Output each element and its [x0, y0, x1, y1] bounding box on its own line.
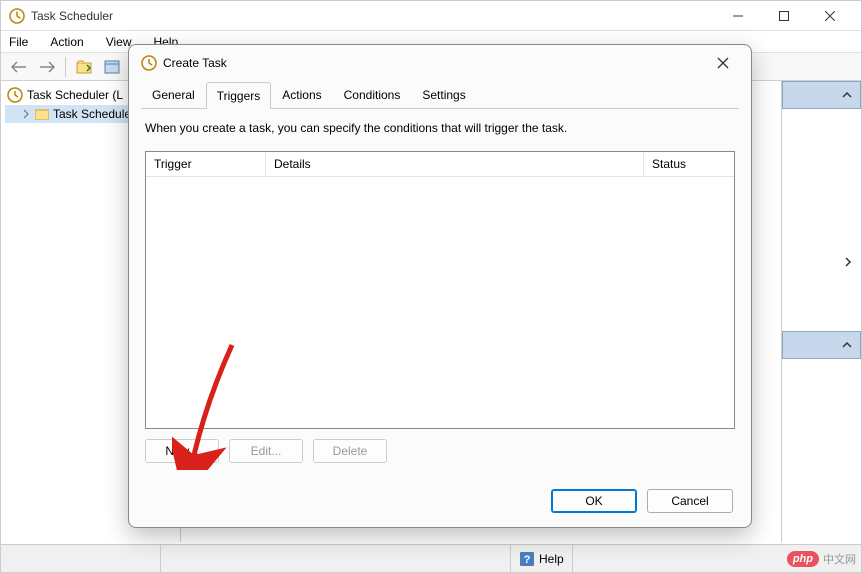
tree-root-label: Task Scheduler (L [27, 88, 123, 102]
dialog-tabs: General Triggers Actions Conditions Sett… [129, 81, 751, 108]
right-pane-header-2[interactable] [782, 331, 861, 359]
svg-text:?: ? [524, 554, 531, 566]
chevron-right-icon [21, 109, 31, 119]
tree-child-label: Task Schedule [53, 107, 131, 121]
edit-button[interactable]: Edit... [229, 439, 303, 463]
right-pane-header[interactable] [782, 81, 861, 109]
dialog-title-text: Create Task [163, 56, 227, 70]
tab-triggers[interactable]: Triggers [206, 82, 272, 109]
col-status[interactable]: Status [644, 152, 734, 176]
cancel-button[interactable]: Cancel [647, 489, 733, 513]
close-button[interactable] [807, 1, 853, 31]
minimize-button[interactable] [715, 1, 761, 31]
watermark-badge: php [787, 551, 819, 567]
chevron-up-icon [842, 340, 852, 350]
window-title: Task Scheduler [31, 9, 715, 23]
toolbar-folder-icon[interactable] [72, 55, 96, 79]
right-pane [781, 81, 861, 542]
right-pane-expand[interactable] [782, 249, 861, 275]
watermark: php 中文网 [787, 551, 856, 567]
dialog-titlebar: Create Task [129, 45, 751, 81]
clock-icon [141, 55, 157, 71]
status-help-label: Help [539, 552, 564, 566]
watermark-text: 中文网 [823, 551, 856, 567]
status-segment-1 [1, 545, 161, 572]
tab-general[interactable]: General [141, 81, 206, 108]
toolbar-separator [65, 57, 66, 77]
toolbar-panel-icon[interactable] [100, 55, 124, 79]
delete-button[interactable]: Delete [313, 439, 387, 463]
chevron-up-icon [842, 90, 852, 100]
statusbar: ? Help [1, 544, 861, 572]
status-help[interactable]: ? Help [511, 545, 573, 572]
trigger-buttons: New... Edit... Delete [145, 439, 735, 463]
help-icon: ? [519, 551, 535, 567]
menu-action[interactable]: Action [46, 33, 87, 51]
nav-back-button[interactable] [7, 55, 31, 79]
tab-settings[interactable]: Settings [411, 81, 476, 108]
col-details[interactable]: Details [266, 152, 644, 176]
new-button[interactable]: New... [145, 439, 219, 463]
ok-button[interactable]: OK [551, 489, 637, 513]
list-header: Trigger Details Status [146, 152, 734, 177]
tab-description: When you create a task, you can specify … [145, 121, 735, 135]
triggers-list[interactable]: Trigger Details Status [145, 151, 735, 429]
chevron-right-icon [843, 257, 853, 267]
folder-icon [35, 108, 49, 120]
dialog-close-button[interactable] [707, 47, 739, 79]
tab-content: When you create a task, you can specify … [141, 108, 739, 475]
tab-actions[interactable]: Actions [271, 81, 332, 108]
maximize-button[interactable] [761, 1, 807, 31]
menu-file[interactable]: File [5, 33, 32, 51]
app-clock-icon [9, 8, 25, 24]
create-task-dialog: Create Task General Triggers Actions Con… [128, 44, 752, 528]
dialog-footer: OK Cancel [551, 489, 733, 513]
tab-conditions[interactable]: Conditions [333, 81, 412, 108]
window-controls [715, 1, 853, 31]
titlebar: Task Scheduler [1, 1, 861, 31]
nav-forward-button[interactable] [35, 55, 59, 79]
status-segment-2 [161, 545, 511, 572]
col-trigger[interactable]: Trigger [146, 152, 266, 176]
clock-icon [7, 87, 23, 103]
